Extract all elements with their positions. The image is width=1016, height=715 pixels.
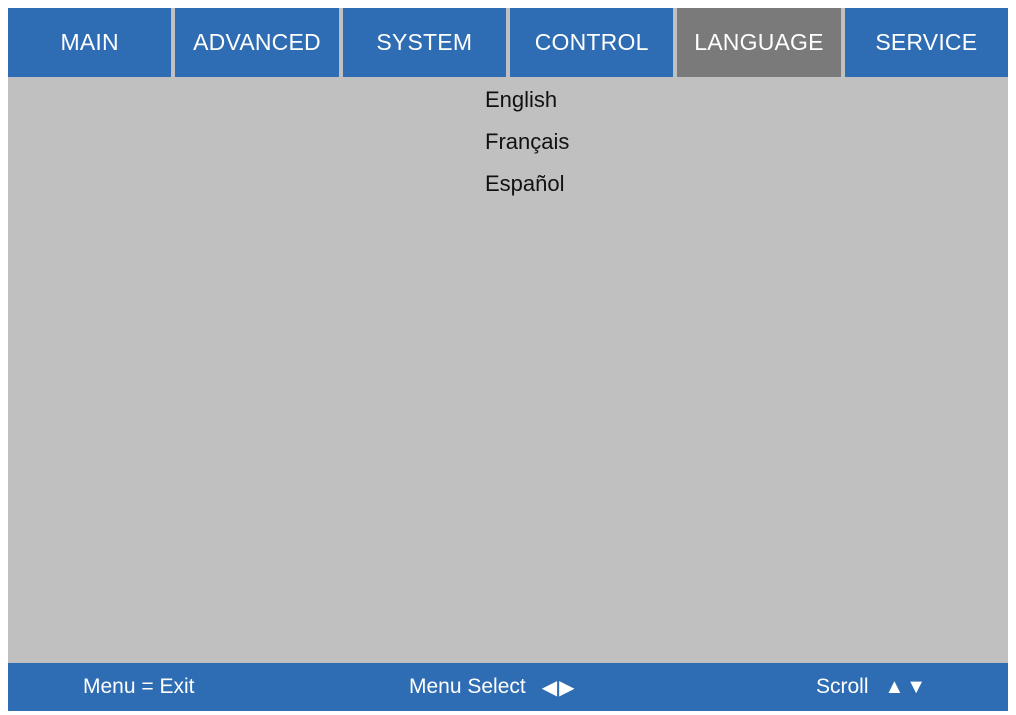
- exit-hint: Menu = Exit: [83, 663, 194, 711]
- language-option-spanish[interactable]: Español: [485, 172, 569, 214]
- status-bar: Menu = Exit Menu Select ◀▶ Scroll ▲▼: [8, 663, 1008, 711]
- tab-bar: MAIN ADVANCED SYSTEM CONTROL LANGUAGE SE…: [8, 8, 1008, 77]
- scroll-hint-text: Scroll: [816, 675, 869, 698]
- tab-system[interactable]: SYSTEM: [342, 8, 506, 77]
- up-down-arrows-icon: ▲▼: [884, 675, 929, 698]
- language-option-english[interactable]: English: [485, 88, 569, 130]
- menu-select-text: Menu Select: [409, 675, 526, 698]
- exit-hint-text: Menu = Exit: [83, 675, 195, 698]
- language-option-french[interactable]: Français: [485, 130, 569, 172]
- tab-main[interactable]: MAIN: [8, 8, 172, 77]
- left-right-arrows-icon: ◀▶: [541, 676, 577, 699]
- tab-advanced[interactable]: ADVANCED: [175, 8, 339, 77]
- scroll-hint: Scroll ▲▼: [816, 663, 928, 711]
- tab-control[interactable]: CONTROL: [509, 8, 674, 77]
- tab-service[interactable]: SERVICE: [844, 8, 1008, 77]
- tab-language[interactable]: LANGUAGE: [677, 8, 841, 77]
- menu-select-hint: Menu Select ◀▶: [409, 663, 577, 711]
- language-list: English Français Español: [485, 88, 569, 214]
- osd-menu: MAIN ADVANCED SYSTEM CONTROL LANGUAGE SE…: [8, 8, 1008, 711]
